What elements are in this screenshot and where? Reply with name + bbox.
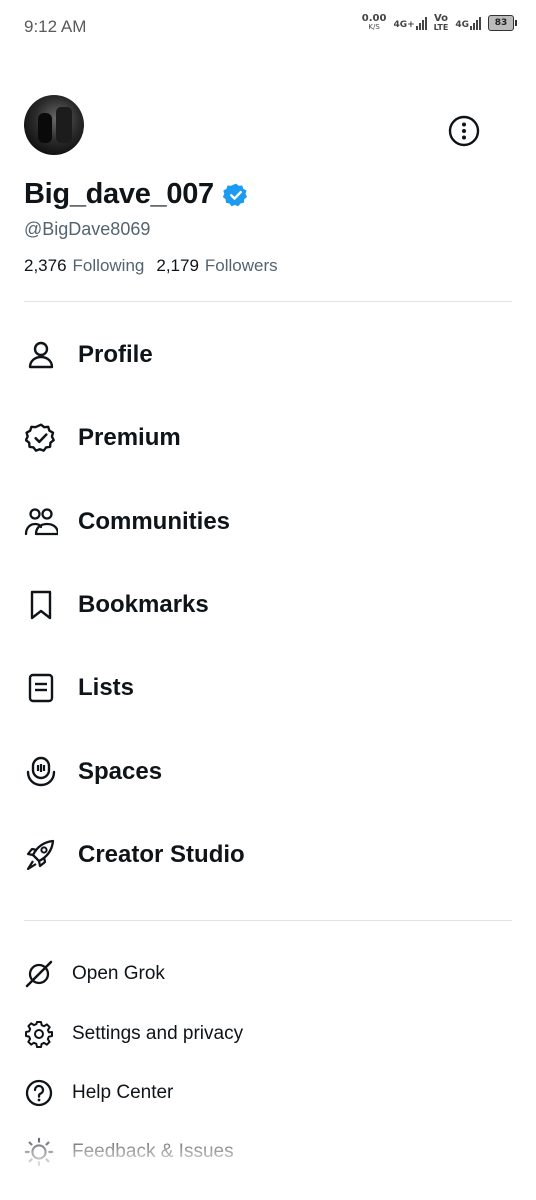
followers-count: 2,179: [156, 256, 199, 275]
following-label: Following: [72, 256, 145, 275]
menu-item-settings-privacy[interactable]: Settings and privacy: [24, 1017, 504, 1051]
bookmark-icon: [24, 588, 58, 622]
menu-item-label: Bookmarks: [78, 591, 209, 618]
rocket-icon: [24, 838, 58, 872]
grok-icon: [24, 959, 54, 989]
menu-item-label: Profile: [78, 341, 153, 368]
menu-item-spaces[interactable]: Spaces: [24, 750, 504, 794]
network-speed-unit: K/S: [368, 23, 380, 31]
signal-1: 4G+: [393, 16, 427, 30]
status-indicators: 0.00 K/S 4G+ Vo LTE 4G 83: [362, 13, 517, 33]
battery-icon: 83: [488, 15, 517, 31]
verified-badge-icon: [222, 183, 247, 206]
network-speed: 0.00 K/S: [362, 14, 387, 32]
spaces-mic-icon: [24, 755, 58, 789]
menu-item-feedback[interactable]: Feedback & Issues: [24, 1135, 504, 1169]
menu-item-label: Feedback & Issues: [72, 1141, 234, 1162]
menu-item-premium[interactable]: Premium: [24, 416, 504, 460]
menu-item-label: Open Grok: [72, 963, 165, 984]
volte-bottom: LTE: [433, 23, 449, 32]
signal-2: 4G: [455, 16, 481, 30]
list-icon: [24, 671, 58, 705]
following-count: 2,376: [24, 256, 67, 275]
net1-label: 4G+: [393, 20, 415, 30]
followers-label: Followers: [204, 256, 278, 275]
network-speed-value: 0.00: [361, 13, 387, 24]
person-icon: [24, 338, 58, 372]
menu-item-profile[interactable]: Profile: [24, 333, 504, 377]
followers-link[interactable]: 2,179 Followers: [156, 256, 277, 276]
display-name: Big_dave_007: [24, 178, 214, 210]
help-icon: [24, 1078, 54, 1108]
menu-item-creator-studio[interactable]: Creator Studio: [24, 833, 504, 877]
avatar[interactable]: [24, 95, 84, 155]
menu-item-label: Settings and privacy: [72, 1023, 244, 1044]
following-link[interactable]: 2,376 Following: [24, 256, 144, 276]
menu-item-help-center[interactable]: Help Center: [24, 1076, 504, 1110]
volte-top: Vo: [433, 13, 449, 24]
menu-item-label: Help Center: [72, 1082, 174, 1103]
net2-label: 4G: [455, 20, 469, 30]
more-options-button[interactable]: [447, 114, 481, 148]
menu-item-label: Premium: [78, 424, 181, 451]
volte-indicator: Vo LTE: [433, 13, 449, 33]
communities-icon: [24, 505, 58, 539]
user-handle: @BigDave8069: [24, 219, 151, 239]
display-name-row: Big_dave_007: [24, 178, 249, 211]
verified-badge-icon: [24, 421, 58, 455]
gear-icon: [24, 1019, 54, 1049]
divider: [24, 301, 512, 302]
menu-item-label: Creator Studio: [78, 841, 245, 868]
status-bar: 9:12 AM 0.00 K/S 4G+ Vo LTE 4G 83: [0, 0, 536, 54]
menu-item-communities[interactable]: Communities: [24, 500, 504, 544]
menu-item-lists[interactable]: Lists: [24, 666, 504, 710]
menu-item-label: Spaces: [78, 758, 163, 785]
signal-bars-icon: [415, 16, 427, 30]
menu-item-label: Communities: [78, 508, 231, 535]
menu-item-label: Lists: [78, 674, 135, 701]
menu-item-open-grok[interactable]: Open Grok: [24, 957, 504, 991]
sun-icon: [24, 1137, 54, 1167]
follow-stats: 2,376 Following 2,179 Followers: [24, 256, 278, 276]
divider: [24, 920, 512, 921]
more-vertical-icon: [448, 115, 480, 147]
signal-bars-icon: [470, 16, 481, 30]
menu-item-bookmarks[interactable]: Bookmarks: [24, 583, 504, 627]
status-time: 9:12 AM: [24, 17, 87, 36]
